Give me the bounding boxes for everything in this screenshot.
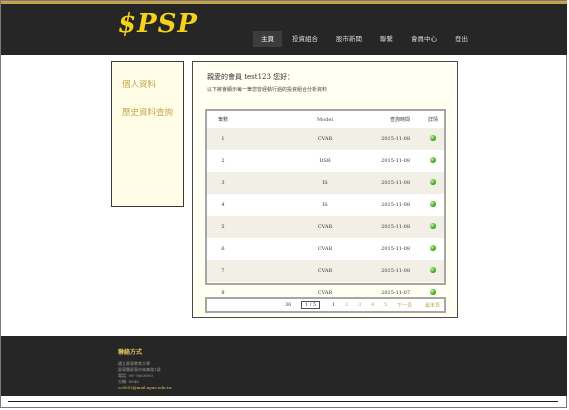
nav-contact[interactable]: 聯繫 <box>372 31 401 47</box>
row-time: 2015-11-08 <box>360 216 422 238</box>
pager-page-5[interactable]: 5 <box>384 302 387 308</box>
table-row: 2 DSR 2015-11-08 <box>207 150 444 172</box>
col-header-time: 查詢時間 <box>389 117 410 123</box>
row-model: IS <box>322 202 328 208</box>
pager-total: 36 <box>285 302 292 308</box>
detail-icon[interactable] <box>430 289 436 295</box>
history-table: 筆數 Model 查詢時間 詳情 1 CVAR 2015-11-08 2 DSR… <box>207 111 444 304</box>
row-model: DSR <box>319 158 331 164</box>
row-index: 3 <box>207 172 239 194</box>
pager-page-1[interactable]: 1 <box>332 302 335 308</box>
row-index: 7 <box>207 260 239 282</box>
greeting-text: 親愛的會員 test123 您好： <box>207 73 295 81</box>
table-row: 4 IS 2015-11-08 <box>207 194 444 216</box>
nav-home[interactable]: 主頁 <box>253 31 282 47</box>
pagination: 36 1 / 5 1 2 3 4 5 下一頁 最末頁 <box>205 297 446 313</box>
detail-icon[interactable] <box>430 223 436 229</box>
row-time: 2015-11-08 <box>360 260 422 282</box>
detail-icon[interactable] <box>430 135 436 141</box>
bottom-divider <box>8 401 558 402</box>
row-time: 2015-11-08 <box>381 246 410 252</box>
row-index: 2 <box>221 158 225 164</box>
row-time: 2015-11-08 <box>381 202 410 208</box>
site-logo[interactable]: $PSP <box>118 9 198 39</box>
pager-page-4[interactable]: 4 <box>371 302 374 308</box>
footer-title: 聯絡方式 <box>118 349 143 356</box>
detail-icon[interactable] <box>430 245 436 251</box>
table-row: 1 CVAR 2015-11-08 <box>207 128 444 150</box>
table-row: 7 CVAR 2015-11-08 <box>207 260 444 282</box>
nav-news[interactable]: 股市新聞 <box>328 31 370 47</box>
detail-icon[interactable] <box>430 179 436 185</box>
detail-icon[interactable] <box>430 201 436 207</box>
history-panel: 親愛的會員 test123 您好： 以下將會顯示每一筆您曾經執行過的投資組合分析… <box>192 61 458 318</box>
pager-page-3[interactable]: 3 <box>358 302 361 308</box>
col-header-count: 筆數 <box>217 117 228 123</box>
pager-next[interactable]: 下一頁 <box>397 302 412 309</box>
row-index: 5 <box>207 216 239 238</box>
top-bar: $PSP 主頁 投資組合 股市新聞 聯繫 會員中心 登出 <box>1 1 567 55</box>
row-index: 1 <box>207 128 239 150</box>
detail-icon[interactable] <box>430 157 436 163</box>
panel-note: 以下將會顯示每一筆您曾經執行過的投資組合分析資料 <box>207 87 328 93</box>
pager-last[interactable]: 最末頁 <box>425 302 440 309</box>
row-model: CVAR <box>317 246 333 252</box>
row-model: IS <box>239 172 360 194</box>
row-index: 6 <box>221 246 225 252</box>
col-header-detail: 詳情 <box>427 117 438 123</box>
history-table-box: 筆數 Model 查詢時間 詳情 1 CVAR 2015-11-08 2 DSR… <box>205 109 446 296</box>
detail-icon[interactable] <box>430 267 436 273</box>
sidebar-item-history[interactable]: 歷史資料查詢 <box>122 106 173 118</box>
pager-current: 1 / 5 <box>301 301 321 309</box>
row-model: CVAR <box>239 216 360 238</box>
col-header-model: Model <box>317 116 333 123</box>
footer-email[interactable]: cc6002@mail.npue.edu.tw <box>118 385 172 390</box>
pager-page-2[interactable]: 2 <box>345 302 348 308</box>
row-model: CVAR <box>239 128 360 150</box>
table-row: 5 CVAR 2015-11-08 <box>207 216 444 238</box>
footer: 聯絡方式 國立屏東教育大學 屏東縣屏東市林森路1號 電話: 08-7663800… <box>1 336 567 396</box>
sidebar-item-profile[interactable]: 個人資料 <box>122 78 156 90</box>
sidebar: 個人資料 歷史資料查詢 <box>111 61 184 207</box>
row-model: CVAR <box>239 260 360 282</box>
main-nav: 主頁 投資組合 股市新聞 聯繫 會員中心 登出 <box>253 31 478 47</box>
nav-logout[interactable]: 登出 <box>447 31 476 47</box>
nav-portfolio[interactable]: 投資組合 <box>284 31 326 47</box>
table-row: 3 IS 2015-11-08 <box>207 172 444 194</box>
row-time: 2015-11-08 <box>360 128 422 150</box>
nav-member-center[interactable]: 會員中心 <box>403 31 445 47</box>
table-row: 6 CVAR 2015-11-08 <box>207 238 444 260</box>
row-time: 2015-11-08 <box>381 158 410 164</box>
row-index: 4 <box>221 202 225 208</box>
row-time: 2015-11-08 <box>360 172 422 194</box>
